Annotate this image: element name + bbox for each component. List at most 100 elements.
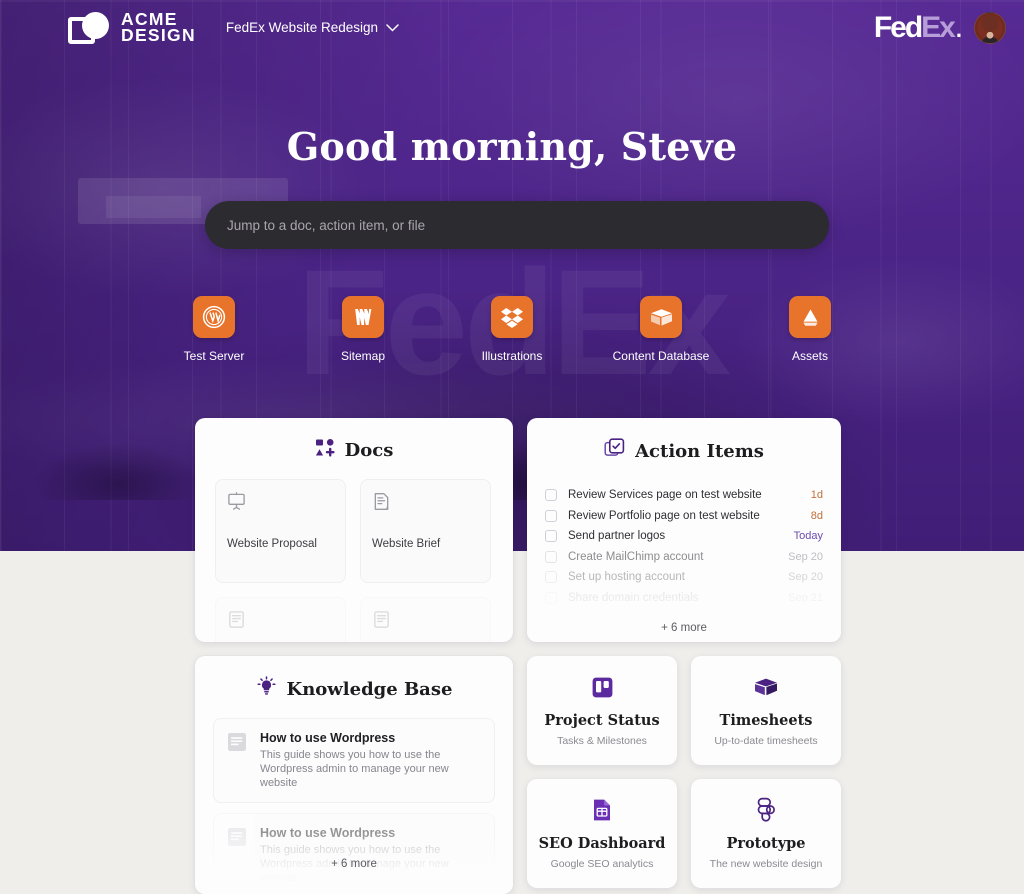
document-icon [227, 611, 246, 633]
lightbulb-icon [256, 676, 277, 702]
checkbox-stack-icon [604, 438, 625, 464]
avatar[interactable] [974, 11, 1006, 44]
logo-line-2: DESIGN [121, 24, 196, 45]
checkbox-icon[interactable] [545, 509, 557, 522]
hero-photo-sign-secondary [106, 196, 201, 218]
mini-card-seo-dashboard[interactable]: SEO Dashboard Google SEO analytics [527, 779, 677, 888]
action-item-text: Set up hosting account [568, 571, 685, 584]
mini-card-timesheets[interactable]: Timesheets Up-to-date timesheets [691, 656, 841, 765]
action-item-row[interactable]: Send partner logos Today [545, 526, 823, 547]
action-items-more-link[interactable]: + 6 more [527, 622, 841, 634]
docs-body: Website Proposal Website Brief [195, 479, 513, 642]
docs-tiles: Website Proposal Website Brief [215, 479, 493, 642]
trello-icon [591, 674, 614, 700]
google-drive-icon [789, 296, 831, 338]
docs-card-header: Docs [195, 418, 513, 479]
document-edit-icon [372, 493, 391, 515]
mini-cards-row-2: SEO Dashboard Google SEO analytics Proto… [527, 779, 841, 888]
document-icon [372, 611, 391, 633]
doc-tile[interactable]: Website Brief [360, 479, 491, 583]
checkbox-icon[interactable] [545, 530, 557, 543]
fedex-dot: . [955, 16, 962, 42]
checkbox-icon[interactable] [545, 571, 557, 584]
mini-card-title: Timesheets [719, 712, 813, 729]
mini-card-title: Project Status [544, 712, 660, 729]
docs-title: Docs [344, 440, 394, 461]
wordpress-icon [193, 296, 235, 338]
action-item-row[interactable]: Create MailChimp account Sep 20 [545, 547, 823, 568]
action-item-text: Review Portfolio page on test website [568, 509, 760, 522]
top-bar: ACME DESIGN FedEx Website Redesign Fed Ex… [0, 0, 1024, 55]
mini-cards-column: Project Status Tasks & Milestones Timesh… [527, 656, 841, 894]
acme-design-logo[interactable]: ACME DESIGN [68, 11, 196, 45]
doc-tile-name: Website Brief [372, 538, 441, 550]
quick-link-label: Sitemap [340, 349, 386, 363]
quick-link-assets[interactable]: Assets [758, 296, 863, 363]
airtable-box-icon [640, 296, 682, 338]
fedex-ex-text: Ex [921, 10, 956, 44]
action-items-card-header: Action Items [527, 418, 841, 480]
quick-link-illustrations[interactable]: Illustrations [460, 296, 565, 363]
action-item-text: Share domain credentials [568, 591, 699, 604]
quick-link-label: Content Database [612, 349, 710, 363]
action-item-text: Create MailChimp account [568, 550, 704, 563]
mini-card-prototype[interactable]: Prototype The new website design [691, 779, 841, 888]
miro-icon [342, 296, 384, 338]
action-items-card: Action Items Review Services page on tes… [527, 418, 841, 642]
quick-link-label: Test Server [183, 349, 245, 363]
dropbox-icon [491, 296, 533, 338]
knowledge-base-item[interactable]: How to use Wordpress This guide shows yo… [213, 813, 495, 894]
action-item-due: 8d [810, 509, 823, 522]
action-item-text: Send partner logos [568, 530, 666, 543]
action-item-due: Sep 20 [788, 550, 823, 563]
mini-cards-row-1: Project Status Tasks & Milestones Timesh… [527, 656, 841, 765]
chevron-down-icon [386, 20, 399, 35]
page-title: Good morning, Steve [286, 124, 738, 169]
presentation-icon [227, 492, 246, 515]
quick-links-row: Test Server Sitemap Illustrations Conten… [0, 296, 1024, 363]
docs-shapes-icon [315, 438, 335, 463]
figma-icon [757, 797, 776, 823]
checkbox-icon[interactable] [545, 489, 557, 502]
search-bar[interactable] [205, 201, 829, 249]
doc-tile-name: Website Proposal [227, 538, 317, 550]
action-item-due: Today [793, 530, 823, 543]
mini-card-project-status[interactable]: Project Status Tasks & Milestones [527, 656, 677, 765]
knowledge-base-card: Knowledge Base How to use Wordpress This… [195, 656, 513, 894]
quick-link-sitemap[interactable]: Sitemap [311, 296, 416, 363]
project-name: FedEx Website Redesign [225, 20, 378, 35]
fedex-fed-text: Fed [873, 10, 923, 44]
knowledge-base-more-link[interactable]: + 6 more [195, 858, 513, 870]
action-item-text: Review Services page on test website [568, 489, 762, 502]
action-item-row[interactable]: Set up hosting account Sep 20 [545, 567, 823, 588]
mini-card-title: SEO Dashboard [538, 835, 666, 852]
checkbox-icon[interactable] [545, 550, 557, 563]
action-item-row[interactable]: Review Portfolio page on test website 8d [545, 506, 823, 527]
action-item-row[interactable]: Review Services page on test website 1d [545, 485, 823, 506]
action-items-column: Action Items Review Services page on tes… [527, 418, 841, 642]
mini-card-title: Prototype [726, 835, 806, 852]
action-items-list: Review Services page on test website 1d … [527, 480, 841, 608]
doc-tile[interactable]: Website Proposal [215, 479, 346, 583]
doc-tile[interactable] [215, 597, 346, 642]
knowledge-base-title: Knowledge Base [286, 678, 453, 700]
knowledge-base-item-desc: This guide shows you how to use the Word… [260, 749, 449, 789]
action-item-due: 1d [810, 489, 823, 502]
mini-card-subtitle: The new website design [709, 858, 823, 870]
action-item-row[interactable]: Share domain credentials Sep 21 [545, 588, 823, 609]
quick-link-test-server[interactable]: Test Server [162, 296, 267, 363]
search-input[interactable] [227, 217, 807, 233]
doc-tile[interactable] [360, 597, 491, 642]
dashboard-grid: Docs Website Proposal Website Brief Acti… [195, 418, 841, 894]
knowledge-base-column: Knowledge Base How to use Wordpress This… [195, 656, 513, 894]
project-switcher[interactable]: FedEx Website Redesign [226, 20, 399, 35]
quick-link-content-database[interactable]: Content Database [609, 296, 714, 363]
article-icon [226, 826, 248, 885]
client-logo-fedex: Fed Ex. [873, 10, 962, 44]
docs-card: Docs Website Proposal Website Brief [195, 418, 513, 642]
checkbox-icon[interactable] [545, 591, 557, 604]
knowledge-base-item[interactable]: How to use Wordpress This guide shows yo… [213, 718, 495, 803]
acme-square-circle-icon [68, 11, 112, 45]
knowledge-base-card-header: Knowledge Base [195, 656, 513, 718]
action-item-due: Sep 21 [788, 591, 823, 604]
